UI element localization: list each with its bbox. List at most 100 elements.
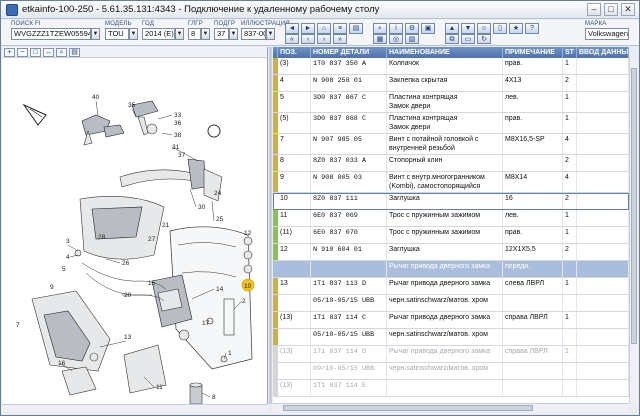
back-icon[interactable]: ◄ [285, 23, 299, 34]
illustration-hscrollbar[interactable] [2, 404, 268, 412]
table-row[interactable]: 10 8Z0 837 111 Заглушка 16 2 [273, 193, 629, 210]
callout-26[interactable]: 26 [122, 260, 130, 267]
cell-input[interactable] [577, 329, 629, 345]
vscroll-thumb[interactable] [631, 68, 637, 344]
cell-input[interactable] [577, 363, 629, 379]
table-row[interactable]: Рычаг привода дверного замка передн. [273, 261, 629, 278]
cart-icon[interactable]: ▣ [421, 23, 435, 34]
callout-36[interactable]: 36 [174, 120, 182, 127]
callout-17[interactable]: 17 [202, 320, 210, 327]
cell-input[interactable] [577, 134, 629, 154]
subgroup-select[interactable]: 37 [214, 28, 229, 40]
table-row[interactable]: 4N 908 258 01 Заклепка скрытая 4X13 2 [273, 75, 629, 92]
callout-25[interactable]: 25 [216, 216, 224, 223]
table-row[interactable]: 13 1T1 837 113 D Рычаг привода дверного за… [273, 278, 629, 295]
callout-33[interactable]: 33 [174, 112, 182, 119]
table-row[interactable]: 09/10-05/15 UBB черн.satinschwarz/матов. … [273, 363, 629, 380]
table-row[interactable]: 12 N 910 604 01 Заглушка 12X1X5,5 2 [273, 244, 629, 261]
callout-12[interactable]: 12 [244, 230, 252, 237]
model-select[interactable]: TOU [105, 28, 129, 40]
table-row[interactable]: (13) 1T1 837 114 C Рычаг привода дверного … [273, 312, 629, 329]
cell-input[interactable] [577, 278, 629, 294]
table-row[interactable]: 5 3D0 837 867 C Пластина контрящая Замок дв… [273, 92, 629, 113]
settings-icon[interactable]: ⚙ [405, 23, 419, 34]
illustration-select[interactable]: 837-000 [241, 28, 266, 40]
callout-3[interactable]: 3 [66, 238, 70, 245]
table-row[interactable]: 05/10-05/15 UBB черн.satinschwarz/матов. … [273, 295, 629, 312]
next-page-icon[interactable]: › [317, 34, 331, 44]
year-select[interactable]: 2014 (E) [142, 28, 175, 40]
print-icon[interactable]: ▤ [349, 23, 363, 34]
col-note[interactable]: ПРИМЕЧАНИЕ [503, 47, 563, 58]
grid-icon[interactable]: ▦ [373, 34, 387, 44]
group-select[interactable]: 8 [188, 28, 201, 40]
col-name[interactable]: НАИМЕНОВАНИЕ [387, 47, 503, 58]
refresh-icon[interactable]: ↻ [477, 34, 491, 44]
callout-4[interactable]: 4 [66, 254, 70, 261]
cell-input[interactable] [577, 312, 629, 328]
table-row[interactable]: 05/10-05/15 UBB черн.satinschwarz/матов. … [273, 329, 629, 346]
table-row[interactable]: (3) 1T0 837 350 A Колпачок прав. 1 [273, 58, 629, 75]
zoom-in-icon[interactable]: + [4, 48, 15, 57]
subgroup-dropdown-icon[interactable]: ▼ [229, 28, 238, 40]
arrow-up-icon[interactable]: ▲ [445, 23, 459, 34]
cell-input[interactable] [577, 346, 629, 362]
cell-input[interactable] [577, 380, 629, 396]
callout-13[interactable]: 13 [124, 334, 132, 341]
cell-input[interactable] [577, 261, 629, 277]
table-hscrollbar[interactable] [273, 403, 629, 412]
vin-input[interactable]: WVGZZZ1TZEW055941 [11, 28, 91, 40]
zoom-width-icon[interactable]: ↔ [43, 48, 54, 57]
maximize-button[interactable]: □ [604, 3, 618, 16]
hscroll-thumb[interactable] [283, 405, 533, 411]
image-icon[interactable]: ▨ [405, 34, 419, 44]
cell-input[interactable] [577, 75, 629, 91]
callout-11[interactable]: 11 [156, 384, 163, 391]
cell-input[interactable] [577, 227, 629, 243]
callout-9[interactable]: 9 [50, 284, 54, 291]
cell-input[interactable] [577, 113, 629, 133]
table-vscrollbar[interactable] [629, 58, 638, 403]
callout-2[interactable]: 2 [242, 298, 246, 305]
zoom-fit-icon[interactable]: □ [30, 48, 41, 57]
table-row[interactable]: 11 6E0 837 069 Трос с пружинным зажимом лев… [273, 210, 629, 227]
cell-input[interactable] [577, 172, 629, 192]
cell-input[interactable] [577, 155, 629, 171]
callout-21[interactable]: 21 [162, 222, 170, 229]
table-row[interactable]: (5) 3D0 837 868 C Пластина контрящая Замок … [273, 113, 629, 134]
callout-20[interactable]: 20 [124, 292, 132, 299]
prev-page-icon[interactable]: ‹ [301, 34, 315, 44]
callout-38[interactable]: 38 [174, 132, 182, 139]
brand-select[interactable]: Volkswagen [585, 28, 629, 40]
col-pos[interactable]: ПОЗ. [278, 47, 311, 58]
arrow-down-icon[interactable]: ▼ [461, 23, 475, 34]
callout-24[interactable]: 24 [214, 190, 222, 197]
table-row[interactable]: 9N 908 005 03 Винт с внутр.многогранником… [273, 172, 629, 193]
callout-14[interactable]: 14 [216, 286, 224, 293]
forward-icon[interactable]: ► [301, 23, 315, 34]
callout-7[interactable]: 7 [16, 322, 20, 329]
callout-35[interactable]: 35 [128, 102, 136, 109]
print-illustration-icon[interactable]: ▤ [69, 48, 80, 57]
zoom-area-icon[interactable]: ⌕ [56, 48, 67, 57]
cell-input[interactable] [577, 193, 629, 209]
callout-27[interactable]: 27 [148, 236, 156, 243]
star-icon[interactable]: ★ [509, 23, 523, 34]
copy-icon[interactable]: ⧉ [445, 34, 459, 44]
col-part[interactable]: НОМЕР ДЕТАЛИ [311, 47, 387, 58]
model-dropdown-icon[interactable]: ▼ [129, 28, 138, 40]
table-row[interactable]: (11) 6E0 837 070 Трос с пружинным зажимом п… [273, 227, 629, 244]
first-page-icon[interactable]: « [285, 34, 299, 44]
list-icon[interactable]: ≡ [333, 23, 347, 34]
callout-40[interactable]: 40 [92, 94, 100, 101]
cell-input[interactable] [577, 58, 629, 74]
info-icon[interactable]: i [389, 23, 403, 34]
callout-10-highlight[interactable]: 10 [241, 278, 255, 292]
home-icon[interactable]: ⌂ [317, 23, 331, 34]
paste-icon[interactable]: ▭ [461, 34, 475, 44]
callout-28[interactable]: 28 [98, 234, 106, 241]
callout-1[interactable]: 1 [228, 350, 232, 357]
table-row[interactable]: (13) 1T1 837 114 D Рычаг привода дверного … [273, 346, 629, 363]
help-icon[interactable]: ? [525, 23, 539, 34]
callout-37[interactable]: 37 [178, 152, 186, 159]
